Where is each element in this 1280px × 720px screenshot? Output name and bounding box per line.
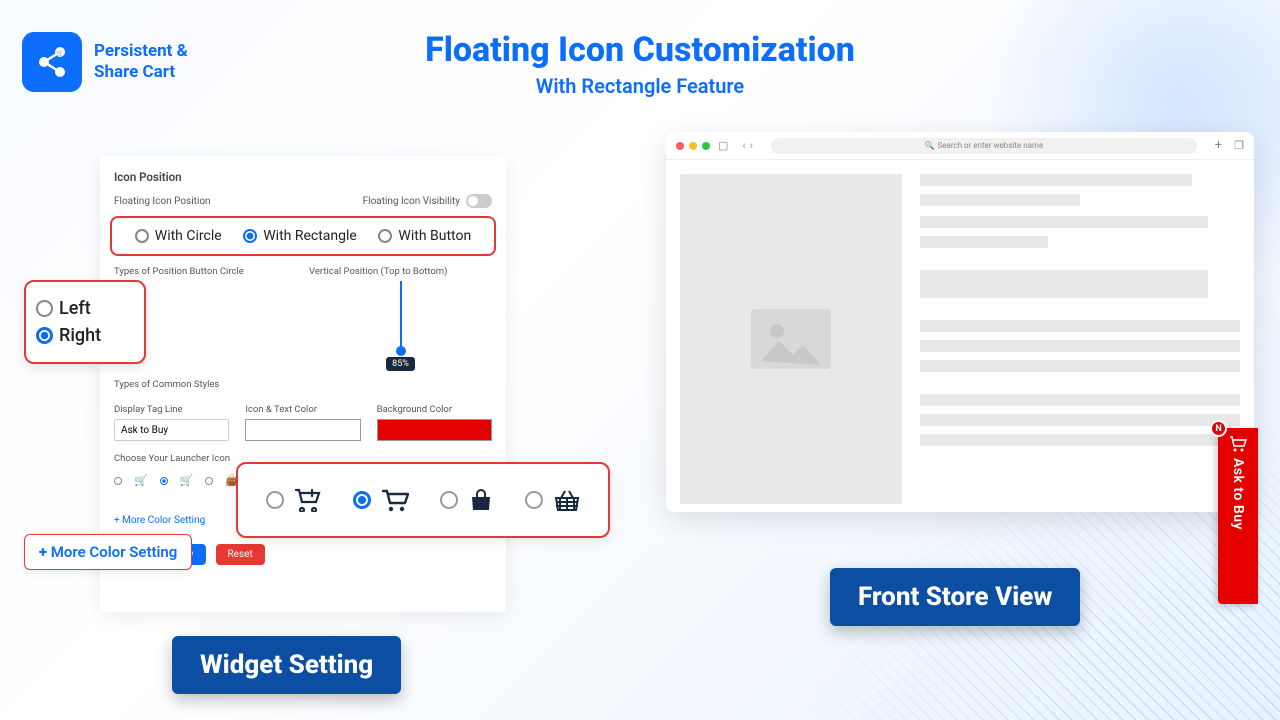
- position-left-option[interactable]: Left: [36, 298, 134, 319]
- floating-position-label: Floating Icon Position: [114, 196, 211, 207]
- product-image-placeholder: [680, 174, 902, 504]
- widget-setting-badge: Widget Setting: [172, 636, 401, 694]
- tabs-icon[interactable]: ❐: [1234, 139, 1244, 152]
- forward-icon[interactable]: ›: [750, 139, 753, 152]
- shape-button-option[interactable]: With Button: [378, 228, 471, 244]
- vertical-position-label: Vertical Position (Top to Bottom): [309, 266, 492, 277]
- bg-color-picker[interactable]: [377, 419, 492, 441]
- page-subtitle: With Rectangle Feature: [425, 74, 855, 98]
- reset-button[interactable]: Reset: [216, 544, 265, 565]
- shape-options-group: With Circle With Rectangle With Button: [110, 216, 496, 256]
- float-text: Ask to Buy: [1230, 458, 1246, 530]
- cart-icon: [381, 488, 409, 512]
- section-icon-position: Icon Position: [114, 170, 492, 184]
- icon-color-label: Icon & Text Color: [245, 404, 360, 415]
- cart-plus-icon: 🛒: [134, 474, 148, 487]
- position-right-option[interactable]: Right: [36, 325, 134, 346]
- tagline-label: Display Tag Line: [114, 404, 229, 415]
- brand-line2: Share Cart: [94, 62, 188, 83]
- brand-logo: 🛒 Persistent & Share Cart: [22, 32, 188, 92]
- floating-cart-button[interactable]: N Ask to Buy: [1218, 428, 1258, 604]
- bg-color-label: Background Color: [377, 404, 492, 415]
- common-styles-label: Types of Common Styles: [114, 379, 492, 390]
- tagline-input[interactable]: [114, 419, 229, 441]
- new-tab-icon[interactable]: +: [1215, 138, 1222, 153]
- shape-rectangle-option[interactable]: With Rectangle: [243, 228, 357, 244]
- notification-badge: N: [1210, 420, 1227, 437]
- window-controls: [676, 142, 710, 150]
- vertical-slider[interactable]: 85%: [309, 281, 492, 371]
- front-store-badge: Front Store View: [830, 568, 1080, 626]
- url-bar[interactable]: 🔍 Search or enter website name: [771, 138, 1197, 154]
- logo-icon: 🛒: [22, 32, 82, 92]
- sidebar-toggle-icon[interactable]: ▢: [718, 139, 728, 152]
- cart-icon: [1229, 436, 1247, 452]
- big-launcher-3[interactable]: [525, 491, 543, 509]
- page-title: Floating Icon Customization: [425, 30, 855, 70]
- visibility-toggle[interactable]: [466, 194, 492, 208]
- more-color-link[interactable]: + More Color Setting: [114, 515, 205, 526]
- svg-text:🛒: 🛒: [56, 49, 64, 57]
- product-text-placeholder: [920, 174, 1240, 504]
- cart-icon: 🛒: [180, 474, 194, 487]
- visibility-label: Floating Icon Visibility: [363, 196, 460, 207]
- shape-circle-option[interactable]: With Circle: [135, 228, 222, 244]
- position-callout: Left Right: [24, 280, 146, 364]
- icon-color-picker[interactable]: [245, 419, 360, 441]
- big-launcher-0[interactable]: [266, 491, 284, 509]
- position-type-label: Types of Position Button Circle: [114, 266, 297, 277]
- launcher-opt-1[interactable]: [160, 477, 168, 485]
- launcher-callout: [236, 462, 610, 538]
- big-launcher-1[interactable]: [353, 491, 371, 509]
- cart-plus-icon: [294, 488, 322, 512]
- back-icon[interactable]: ‹: [742, 139, 745, 152]
- launcher-opt-2[interactable]: [205, 477, 213, 485]
- launcher-opt-0[interactable]: [114, 477, 122, 485]
- search-icon: 🔍: [925, 141, 935, 150]
- brand-line1: Persistent &: [94, 41, 188, 62]
- more-color-callout[interactable]: + More Color Setting: [24, 534, 192, 570]
- plus-icon: +: [39, 543, 47, 561]
- storefront-preview: ▢ ‹ › 🔍 Search or enter website name + ❐: [666, 132, 1254, 512]
- bag-icon: [468, 488, 494, 512]
- big-launcher-2[interactable]: [440, 491, 458, 509]
- slider-value: 85%: [386, 357, 415, 371]
- basket-icon: [553, 488, 581, 512]
